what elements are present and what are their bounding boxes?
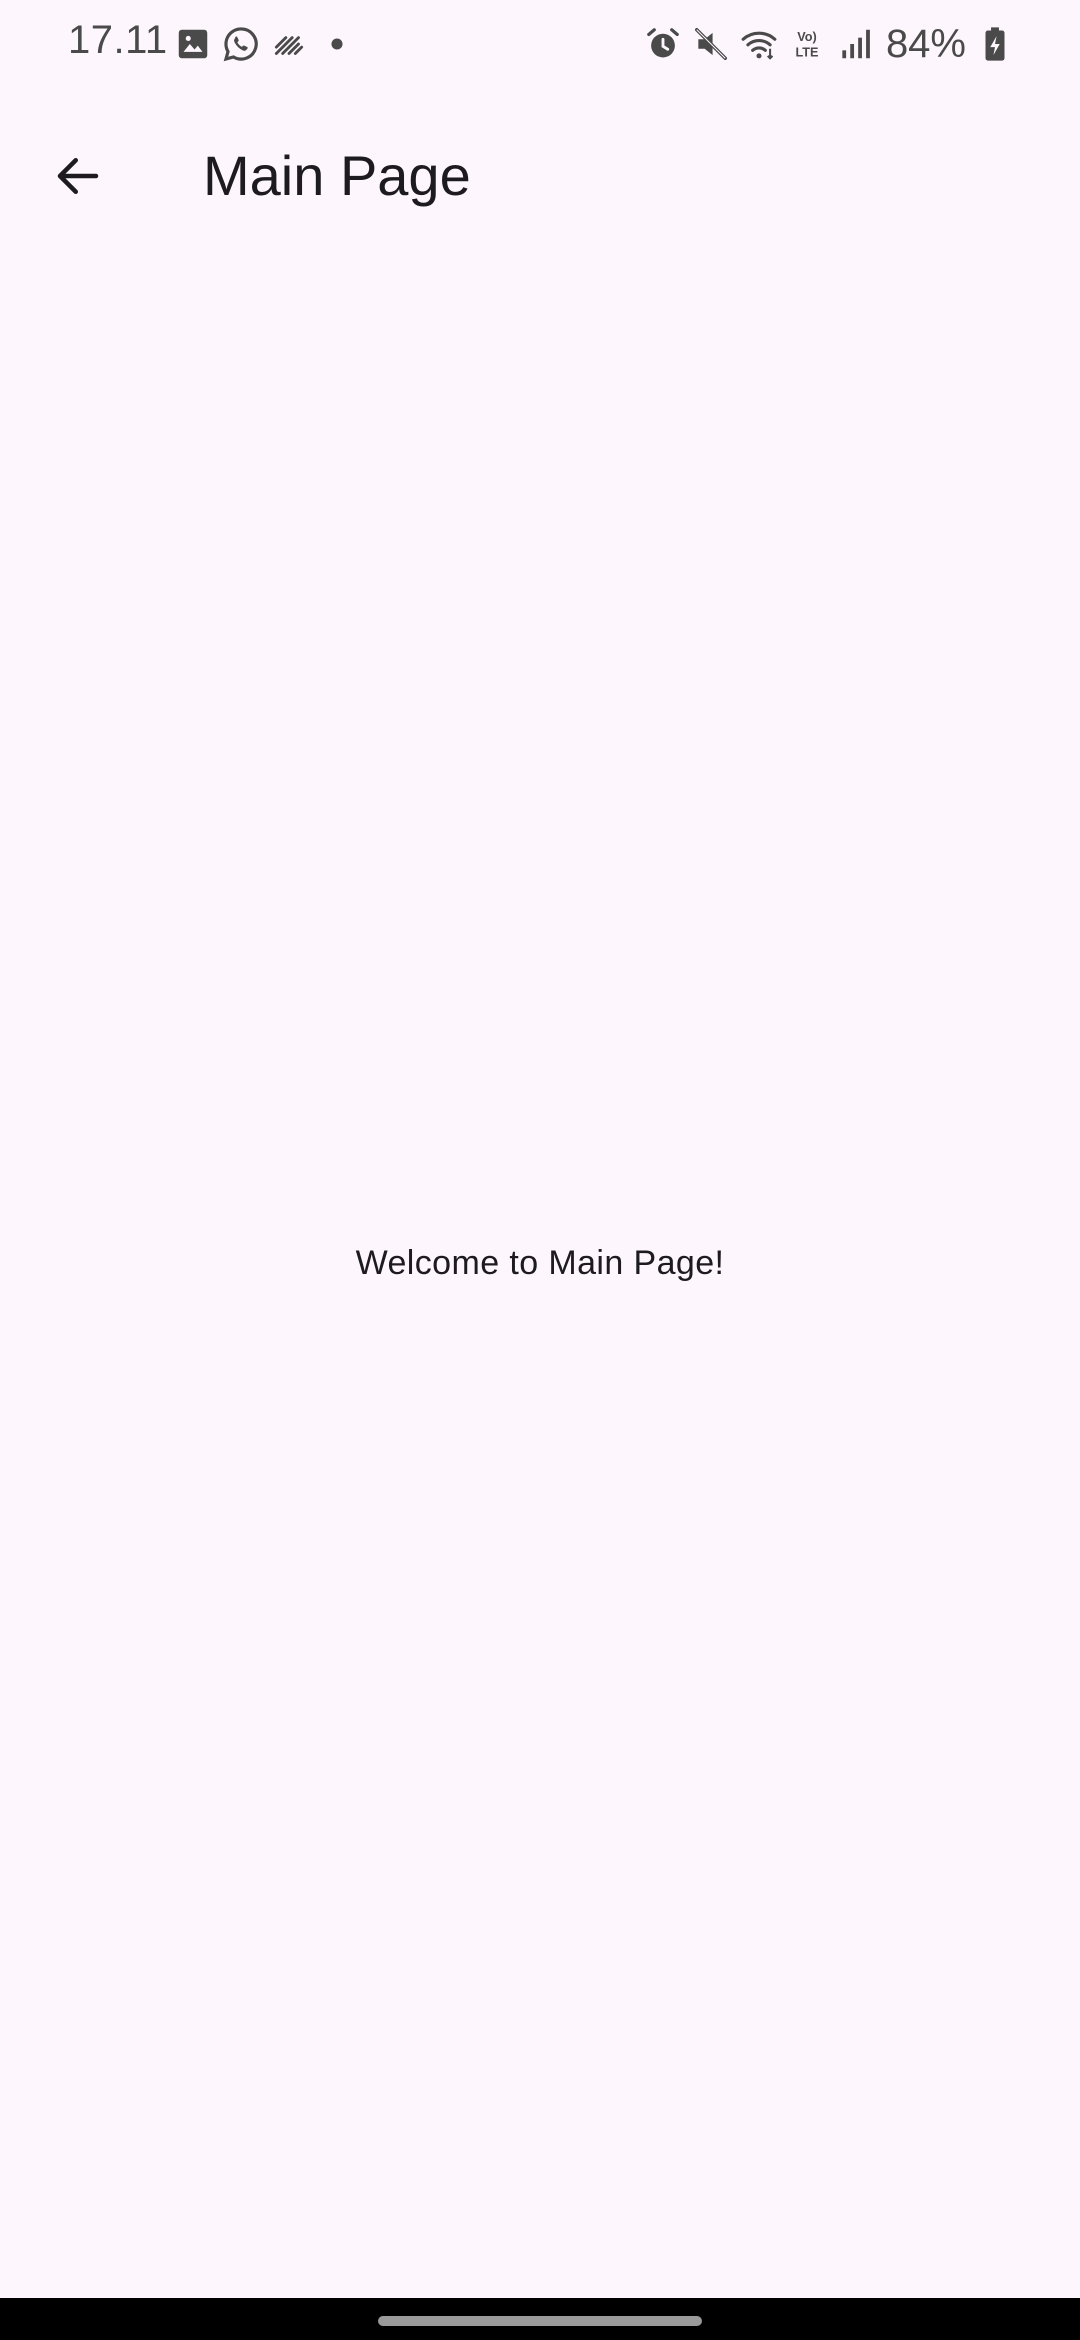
battery-icon <box>976 25 1014 63</box>
arrow-back-icon <box>57 158 99 194</box>
wifi-icon <box>740 25 778 63</box>
status-time: 17.11 <box>68 18 168 62</box>
alarm-icon <box>644 25 682 63</box>
volte-icon: Vo) LTE <box>788 25 826 63</box>
app-bar: Main Page <box>0 88 1080 228</box>
svg-text:Vo): Vo) <box>797 30 816 44</box>
notification-dot-icon <box>318 25 356 63</box>
home-indicator[interactable] <box>378 2316 702 2326</box>
svg-text:LTE: LTE <box>795 46 818 60</box>
screen: 17.11 Vo) LTE 84% Main Page Welcome to M… <box>0 0 1080 2340</box>
status-bar: 17.11 Vo) LTE 84% <box>0 0 1080 88</box>
status-right-icons: Vo) LTE 84% <box>644 22 1014 66</box>
welcome-text: Welcome to Main Page! <box>355 1244 725 1282</box>
gallery-icon <box>174 25 212 63</box>
cell-signal-icon <box>836 25 874 63</box>
status-left-icons <box>174 24 356 64</box>
page-title: Main Page <box>203 144 471 207</box>
nav-bar <box>0 2298 1080 2340</box>
battery-percentage: 84% <box>885 21 966 66</box>
mute-icon <box>692 25 730 63</box>
back-button[interactable] <box>30 128 126 224</box>
whatsapp-icon <box>222 25 260 63</box>
signal-strength-app-icon <box>270 25 308 63</box>
